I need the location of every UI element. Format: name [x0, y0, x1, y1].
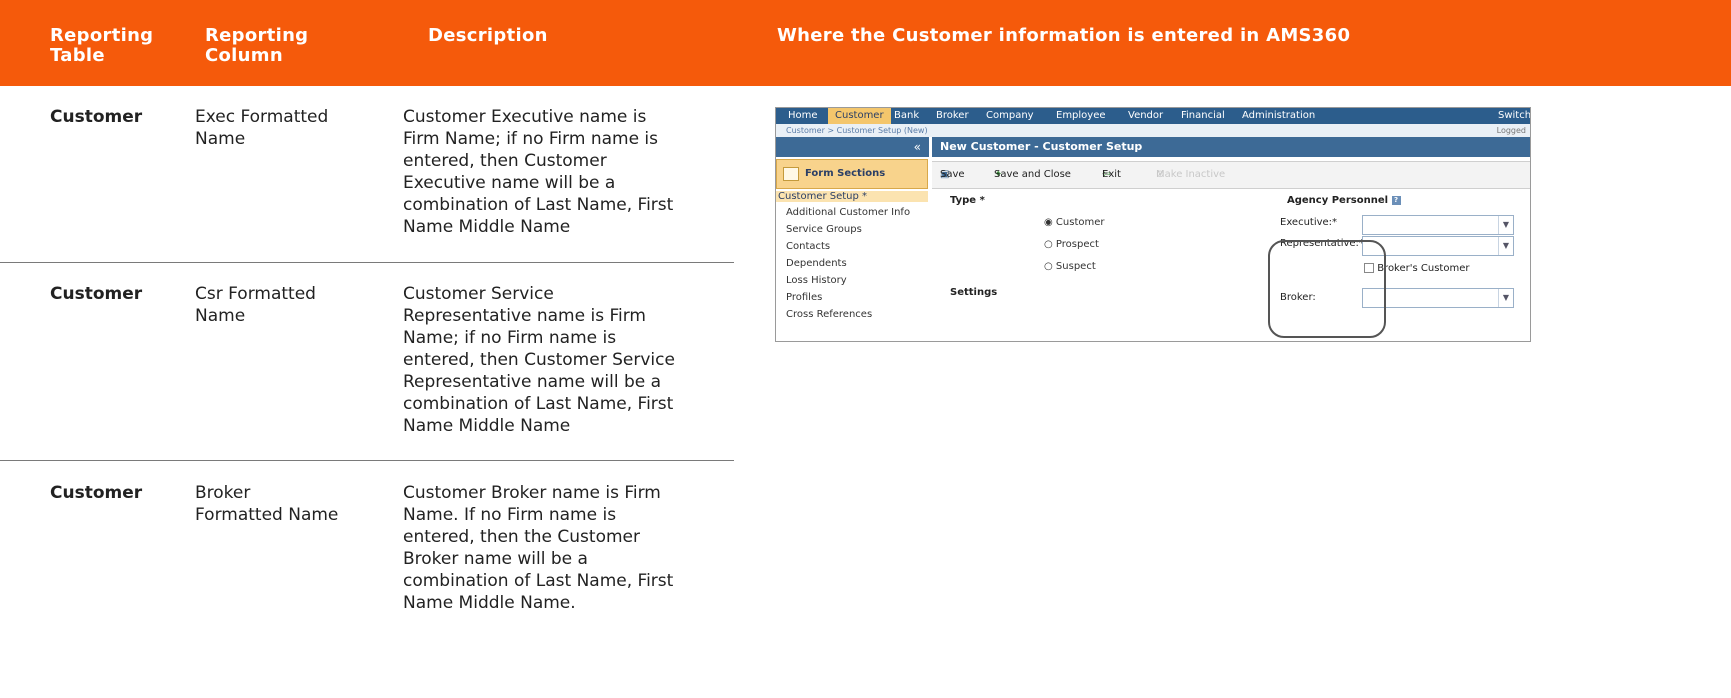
page-title-text: New Customer - Customer Setup	[940, 140, 1143, 153]
exit-label: Exit	[1102, 169, 1121, 180]
ams360-screenshot: Home Customer Bank Broker Company Employ…	[775, 107, 1531, 342]
menu-employee[interactable]: Employee	[1056, 108, 1106, 124]
header-where-entered: Where the Customer information is entere…	[777, 25, 1351, 46]
nav-item-service-groups[interactable]: Service Groups	[786, 224, 862, 235]
nav-item-loss-history[interactable]: Loss History	[786, 275, 847, 286]
menu-bar: Home Customer Bank Broker Company Employ…	[776, 108, 1530, 124]
header-description: Description	[428, 25, 548, 46]
radio-empty-icon: ○	[1044, 239, 1053, 250]
radio-selected-icon: ◉	[1044, 217, 1053, 228]
row-1-description: Customer Executive name is Firm Name; if…	[403, 107, 674, 237]
menu-home[interactable]: Home	[788, 108, 818, 124]
nav-item-profiles[interactable]: Profiles	[786, 292, 822, 303]
customer-setup-panel: New Customer - Customer Setup ▣ Save ✦ S…	[932, 137, 1530, 341]
radio-label: Prospect	[1055, 239, 1099, 250]
nav-item-contacts[interactable]: Contacts	[786, 241, 830, 252]
radio-suspect[interactable]: ○ Suspect	[1044, 261, 1096, 272]
make-inactive-label: Make Inactive	[1156, 169, 1226, 180]
help-icon[interactable]: ?	[1391, 195, 1401, 205]
executive-dropdown[interactable]: ▼	[1362, 215, 1514, 235]
header-label: Reporting Table	[50, 25, 154, 66]
menu-financial[interactable]: Financial	[1181, 108, 1225, 124]
nav-item-additional-info[interactable]: Additional Customer Info	[786, 207, 910, 218]
collapse-icon: «	[913, 140, 921, 154]
breadcrumb-text[interactable]: Customer > Customer Setup (New)	[786, 124, 928, 137]
list-icon	[783, 167, 799, 181]
nav-item-dependents[interactable]: Dependents	[786, 258, 847, 269]
header-reporting-table: Reporting Table	[50, 26, 153, 66]
row-1-table: Customer	[50, 107, 143, 127]
menu-company[interactable]: Company	[986, 108, 1034, 124]
radio-label: Customer	[1055, 217, 1105, 228]
toolbar: ▣ Save ✦ Save and Close ⇦ Exit ⊘ Make In…	[932, 161, 1530, 189]
row-3-table: Customer	[50, 483, 143, 503]
menu-bank[interactable]: Bank	[894, 108, 919, 124]
chevron-down-icon: ▼	[1498, 289, 1513, 307]
type-label: Type *	[950, 195, 985, 206]
chevron-down-icon: ▼	[1498, 237, 1513, 255]
radio-prospect[interactable]: ○ Prospect	[1044, 239, 1099, 250]
header-label: Reporting Column	[205, 25, 309, 66]
chevron-down-icon: ▼	[1498, 216, 1513, 234]
agency-personnel-text: Agency Personnel	[1287, 195, 1389, 206]
radio-customer[interactable]: ◉ Customer	[1044, 217, 1105, 228]
row-2-column: Csr Formatted Name	[195, 284, 316, 326]
row-2-description: Customer Service Representative name is …	[403, 284, 675, 436]
save-label: Save	[940, 169, 965, 180]
executive-label: Executive:*	[1280, 217, 1338, 228]
highlight-oval	[1268, 240, 1386, 338]
breadcrumb: Customer > Customer Setup (New) Logged	[776, 124, 1530, 137]
form-sections-panel: « Form Sections Customer Setup * Additio…	[776, 137, 929, 341]
table-header: Reporting Table Reporting Column Descrip…	[0, 0, 1731, 86]
agency-personnel-label: Agency Personnel ?	[1287, 195, 1401, 206]
menu-broker[interactable]: Broker	[936, 108, 969, 124]
nav-item-customer-setup[interactable]: Customer Setup *	[776, 191, 928, 202]
radio-label: Suspect	[1055, 261, 1096, 272]
form-sections-label: Form Sections	[805, 168, 886, 179]
menu-switch[interactable]: Switch	[1498, 108, 1530, 124]
page-title: New Customer - Customer Setup	[932, 137, 1530, 157]
menu-customer[interactable]: Customer	[828, 108, 891, 124]
row-1-column: Exec Formatted Name	[195, 107, 329, 149]
save-and-close-label: Save and Close	[994, 169, 1071, 180]
form-sections-header: Form Sections	[776, 159, 928, 189]
menu-administration[interactable]: Administration	[1242, 108, 1315, 124]
brokers-customer-label: Broker's Customer	[1377, 263, 1470, 274]
row-3-column: Broker Formatted Name	[195, 483, 339, 525]
header-reporting-column: Reporting Column	[205, 26, 308, 66]
row-divider	[0, 262, 734, 263]
menu-vendor[interactable]: Vendor	[1128, 108, 1163, 124]
logged-label: Logged	[1496, 126, 1526, 135]
nav-item-cross-references[interactable]: Cross References	[786, 309, 872, 320]
settings-label: Settings	[950, 287, 998, 298]
row-3-description: Customer Broker name is Firm Name. If no…	[403, 483, 674, 613]
collapse-button[interactable]: «	[776, 137, 929, 157]
row-2-table: Customer	[50, 284, 143, 304]
radio-empty-icon: ○	[1044, 261, 1053, 272]
row-divider	[0, 460, 734, 461]
